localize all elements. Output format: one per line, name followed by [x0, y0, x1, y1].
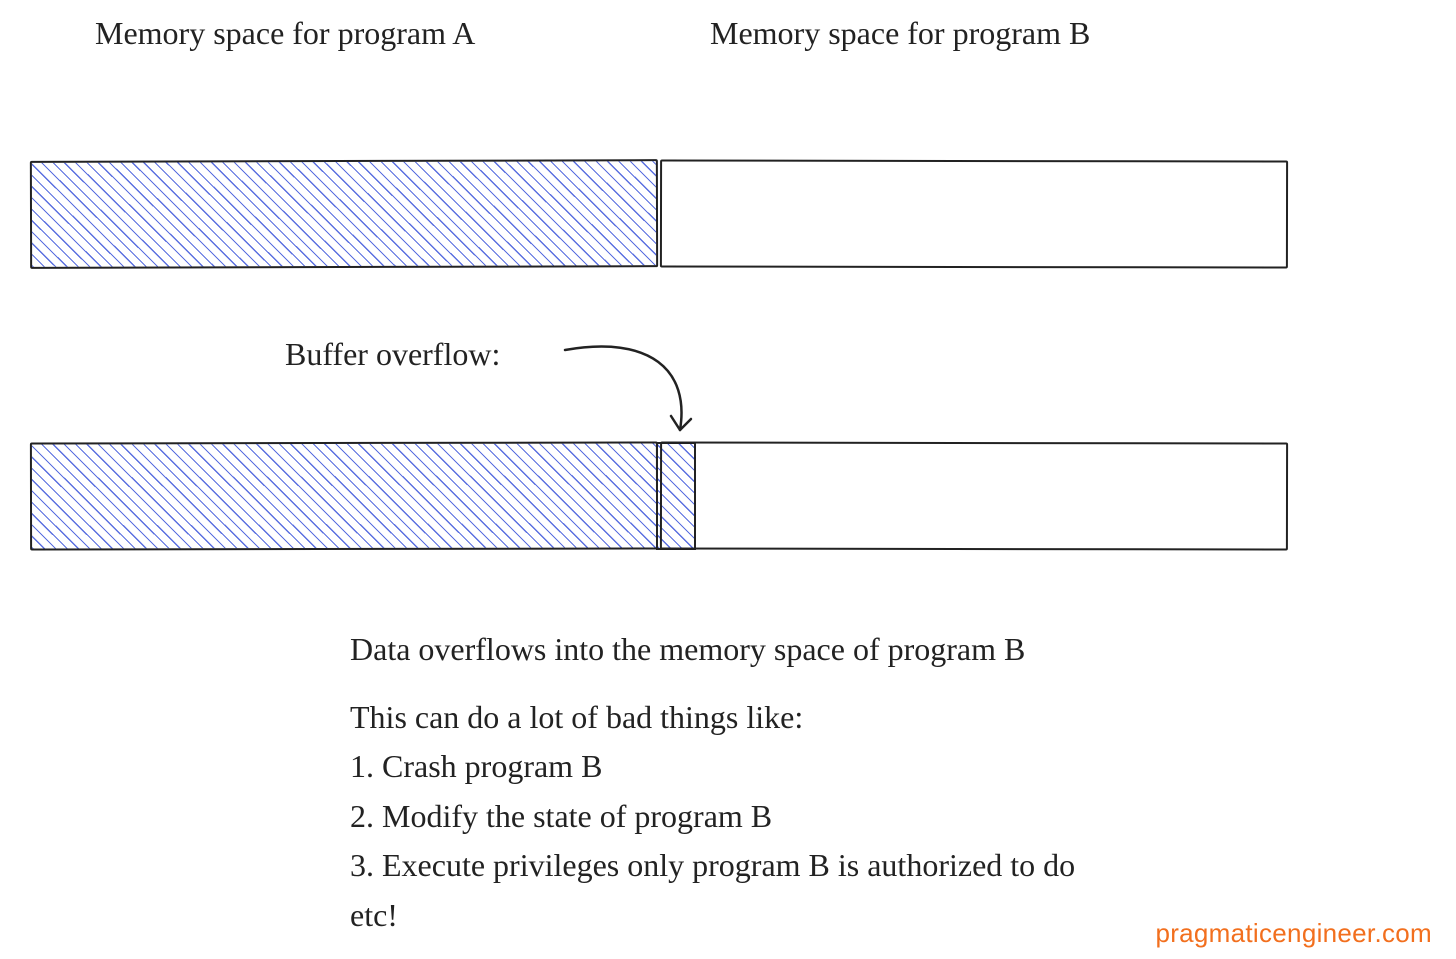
explain-line2: This can do a lot of bad things like: [350, 693, 1075, 743]
diagram-canvas: Memory space for program A Memory space … [0, 0, 1456, 959]
watermark: pragmaticengineer.com [1155, 918, 1432, 949]
explain-item3: 3. Execute privileges only program B is … [350, 841, 1075, 891]
explain-etc: etc! [350, 891, 1075, 941]
mem-a-overflow-row [30, 441, 658, 550]
explanation-text: Data overflows into the memory space of … [350, 625, 1075, 941]
explain-item2: 2. Modify the state of program B [350, 792, 1075, 842]
explain-item1: 1. Crash program B [350, 742, 1075, 792]
mem-b-overflow-row [660, 441, 1288, 550]
explain-line1: Data overflows into the memory space of … [350, 625, 1075, 675]
